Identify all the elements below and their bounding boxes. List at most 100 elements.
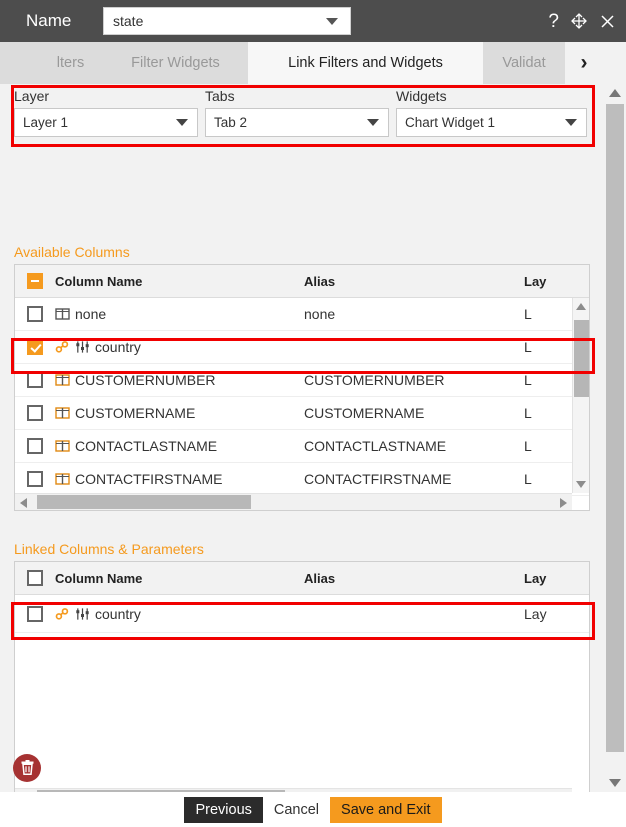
scroll-thumb[interactable] — [574, 320, 589, 397]
layer-select-value: Layer 1 — [23, 115, 69, 130]
table-row[interactable]: CONTACTFIRSTNAME CONTACTFIRSTNAME L — [15, 463, 589, 496]
chevron-down-icon — [367, 119, 379, 126]
delete-button[interactable] — [13, 754, 41, 782]
select-all-checkbox-cell — [15, 570, 55, 586]
row-column-name-cell: CONTACTFIRSTNAME — [55, 471, 304, 487]
filter-sliders-icon — [76, 341, 89, 353]
header-layer: Lay — [524, 273, 547, 289]
layer-label: Layer — [14, 88, 50, 104]
move-arrows-icon[interactable] — [570, 12, 588, 30]
tab-validation[interactable]: Validat — [483, 42, 565, 84]
dialog-footer: Previous Cancel Save and Exit — [0, 792, 626, 827]
name-select[interactable]: state — [103, 7, 351, 35]
row-column-name: CUSTOMERNAME — [75, 405, 196, 421]
header-column-name: Column Name — [55, 273, 143, 289]
titlebar-icons: ? — [548, 0, 616, 42]
tab-filter-widgets[interactable]: Filter Widgets — [103, 42, 248, 84]
row-alias: none — [304, 306, 336, 322]
tabs-select-value: Tab 2 — [214, 115, 248, 130]
chevron-down-icon — [565, 119, 577, 126]
widgets-label: Widgets — [396, 88, 447, 104]
available-table-header: Column Name Alias Lay — [15, 265, 589, 298]
column-icon — [55, 308, 70, 320]
row-column-name: country — [95, 605, 141, 622]
scroll-thumb[interactable] — [37, 495, 251, 509]
row-checkbox-cell — [15, 372, 55, 388]
linked-columns-title: Linked Columns & Parameters — [14, 541, 204, 557]
row-checkbox[interactable] — [27, 339, 43, 355]
linked-table-header: Column Name Alias Lay — [15, 562, 589, 595]
table-row[interactable]: CONTACTLASTNAME CONTACTLASTNAME L — [15, 430, 589, 463]
row-alias: CUSTOMERNAME — [304, 405, 425, 421]
row-alias: CUSTOMERNUMBER — [304, 372, 445, 388]
layer-select[interactable]: Layer 1 — [14, 108, 198, 137]
row-checkbox[interactable] — [27, 471, 43, 487]
row-checkbox[interactable] — [27, 438, 43, 454]
tabs-select[interactable]: Tab 2 — [205, 108, 389, 137]
widgets-selector-group: Widgets Chart Widget 1 — [396, 88, 587, 144]
chevron-down-icon — [326, 17, 338, 25]
name-select-value: state — [113, 13, 144, 29]
close-icon[interactable] — [599, 13, 616, 30]
chevron-down-icon — [176, 119, 188, 126]
widgets-select[interactable]: Chart Widget 1 — [396, 108, 587, 137]
select-all-checkbox-cell — [15, 273, 55, 289]
selector-row: Layer Layer 1 Tabs Tab 2 Widgets Chart W… — [14, 88, 590, 144]
scroll-down-icon[interactable] — [609, 779, 621, 787]
scroll-up-icon[interactable] — [609, 89, 621, 97]
save-and-exit-button[interactable]: Save and Exit — [330, 796, 442, 823]
scroll-down-icon[interactable] — [576, 481, 586, 488]
row-column-name-cell: CONTACTLASTNAME — [55, 438, 304, 454]
available-horizontal-scrollbar[interactable] — [15, 493, 572, 510]
dialog-content: Layer Layer 1 Tabs Tab 2 Widgets Chart W… — [0, 84, 604, 792]
table-row[interactable]: country Lay — [15, 595, 589, 633]
scroll-up-icon[interactable] — [576, 303, 586, 310]
row-alias: CONTACTFIRSTNAME — [304, 471, 452, 487]
available-columns-table: Column Name Alias Lay none none L countr… — [14, 264, 590, 511]
header-alias: Alias — [304, 570, 336, 586]
widgets-select-value: Chart Widget 1 — [405, 115, 496, 130]
row-checkbox-cell — [15, 471, 55, 487]
dialog-vertical-scrollbar[interactable] — [604, 84, 626, 792]
link-icon — [55, 341, 69, 353]
available-vertical-scrollbar[interactable] — [572, 298, 589, 493]
tabs-label: Tabs — [205, 88, 235, 104]
row-column-name: CONTACTLASTNAME — [75, 438, 218, 454]
help-icon[interactable]: ? — [548, 12, 559, 31]
dialog-body: Layer Layer 1 Tabs Tab 2 Widgets Chart W… — [0, 84, 626, 792]
trash-icon — [21, 760, 33, 775]
table-row[interactable]: CUSTOMERNUMBER CUSTOMERNUMBER L — [15, 364, 589, 397]
column-icon — [55, 473, 70, 485]
row-column-name: country — [95, 339, 141, 355]
name-label: Name — [26, 11, 72, 30]
tab-bar: ‹ lters Filter Widgets Link Filters and … — [0, 42, 626, 85]
header-layer: Lay — [524, 570, 547, 586]
row-checkbox[interactable] — [27, 405, 43, 421]
tab-scroll-right-icon[interactable]: › — [565, 42, 603, 84]
row-column-name-cell: country — [55, 606, 304, 622]
row-column-name-cell: CUSTOMERNAME — [55, 405, 304, 421]
select-all-checkbox[interactable] — [27, 273, 43, 289]
cancel-button[interactable]: Cancel — [262, 796, 331, 823]
table-row[interactable]: none none L — [15, 298, 589, 331]
table-row[interactable]: CUSTOMERNAME CUSTOMERNAME L — [15, 397, 589, 430]
row-checkbox[interactable] — [27, 306, 43, 322]
tabs-selector-group: Tabs Tab 2 — [205, 88, 396, 144]
row-checkbox[interactable] — [27, 605, 43, 622]
row-checkbox-cell — [15, 405, 55, 421]
row-column-name: CUSTOMERNUMBER — [75, 372, 216, 388]
tab-link-filters-and-widgets[interactable]: Link Filters and Widgets — [248, 42, 483, 84]
scroll-thumb[interactable] — [606, 104, 624, 752]
select-all-checkbox[interactable] — [27, 570, 43, 586]
row-checkbox[interactable] — [27, 372, 43, 388]
previous-button[interactable]: Previous — [184, 796, 263, 823]
linked-columns-table: Column Name Alias Lay country Lay — [14, 561, 590, 792]
row-column-name-cell: country — [55, 339, 304, 355]
row-checkbox-cell — [15, 605, 55, 622]
tab-filters[interactable]: lters — [0, 42, 103, 84]
scroll-right-icon[interactable] — [560, 498, 567, 508]
row-checkbox-cell — [15, 339, 55, 355]
table-row[interactable]: country L — [15, 331, 589, 364]
row-column-name-cell: CUSTOMERNUMBER — [55, 372, 304, 388]
scroll-left-icon[interactable] — [20, 498, 27, 508]
